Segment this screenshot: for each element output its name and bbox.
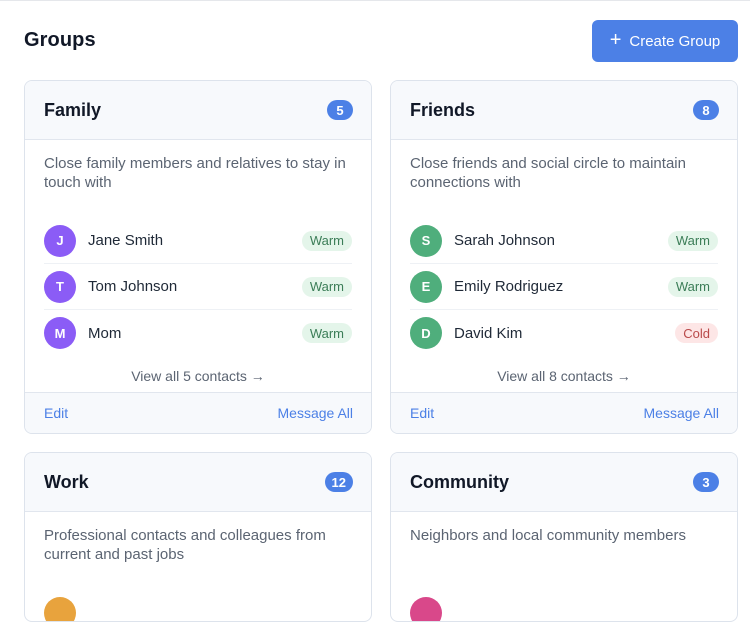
contact-row[interactable] [410, 590, 718, 621]
avatar: J [44, 224, 76, 257]
contact-row[interactable]: E Emily Rodriguez Warm [410, 264, 718, 310]
card-header: Work 12 [25, 453, 371, 512]
avatar: M [44, 317, 76, 349]
group-description: Professional contacts and colleagues fro… [44, 527, 326, 563]
card-header: Family 5 [25, 81, 371, 140]
status-badge: Warm [301, 230, 352, 251]
create-group-button[interactable]: + Create Group [592, 20, 738, 62]
group-title: Work [44, 471, 89, 492]
contact-list [391, 590, 737, 621]
count-badge: 3 [693, 472, 719, 492]
status-badge: Warm [667, 230, 718, 251]
status-badge: Warm [301, 276, 352, 297]
avatar: D [410, 317, 442, 349]
create-group-label: Create Group [629, 32, 721, 50]
contact-name: David Kim [454, 324, 523, 342]
top-divider [0, 0, 750, 1]
count-badge: 8 [693, 100, 719, 120]
card-header: Friends 8 [391, 81, 737, 140]
contact-row[interactable]: S Sarah Johnson Warm [410, 218, 718, 264]
contact-name: Sarah Johnson [454, 232, 555, 249]
group-title: Community [410, 471, 509, 492]
card-footer: Edit Message All [391, 392, 737, 433]
group-card-family: Family 5 Close family members and relati… [24, 80, 372, 434]
contact-row[interactable]: J Jane Smith Warm [44, 218, 352, 264]
message-all-link[interactable]: Message All [278, 405, 353, 421]
contact-name: Jane Smith [88, 232, 164, 249]
contact-row[interactable]: M Mom Warm [44, 310, 352, 356]
plus-icon: + [609, 29, 622, 51]
view-all-contacts-link[interactable]: View all 5 contacts → [25, 366, 371, 386]
contact-list: J Jane Smith Warm T Tom Johnson Warm M M… [25, 218, 371, 356]
contact-row[interactable]: D David Kim Cold [410, 310, 718, 356]
count-badge: 12 [324, 472, 353, 492]
status-badge: Warm [667, 276, 718, 297]
contact-list: S Sarah Johnson Warm E Emily Rodriguez W… [391, 218, 737, 356]
view-all-contacts-link[interactable]: View all 8 contacts → [391, 366, 737, 386]
count-badge: 5 [327, 100, 353, 120]
contact-name: Emily Rodriguez [454, 278, 564, 295]
avatar [410, 597, 442, 621]
contact-row[interactable]: T Tom Johnson Warm [44, 264, 352, 310]
message-all-link[interactable]: Message All [644, 405, 719, 421]
group-description: Close family members and relatives to st… [44, 155, 346, 191]
page-title: Groups [24, 29, 96, 51]
card-footer: Edit Message All [25, 392, 371, 433]
edit-link[interactable]: Edit [410, 405, 434, 421]
contact-list [25, 590, 371, 621]
avatar [44, 597, 76, 621]
status-badge: Cold [675, 323, 718, 343]
group-description: Close friends and social circle to maint… [410, 155, 686, 191]
group-card-friends: Friends 8 Close friends and social circl… [390, 80, 738, 434]
avatar: E [410, 270, 442, 303]
contact-name: Tom Johnson [88, 278, 178, 295]
group-title: Family [44, 99, 102, 120]
contact-row[interactable] [44, 590, 352, 621]
avatar: T [44, 270, 76, 303]
avatar: S [410, 224, 442, 257]
group-description: Neighbors and local community members [410, 527, 686, 544]
contact-name: Mom [88, 324, 122, 342]
status-badge: Warm [301, 323, 352, 343]
group-title: Friends [410, 99, 476, 120]
edit-link[interactable]: Edit [44, 405, 68, 421]
card-header: Community 3 [391, 453, 737, 512]
